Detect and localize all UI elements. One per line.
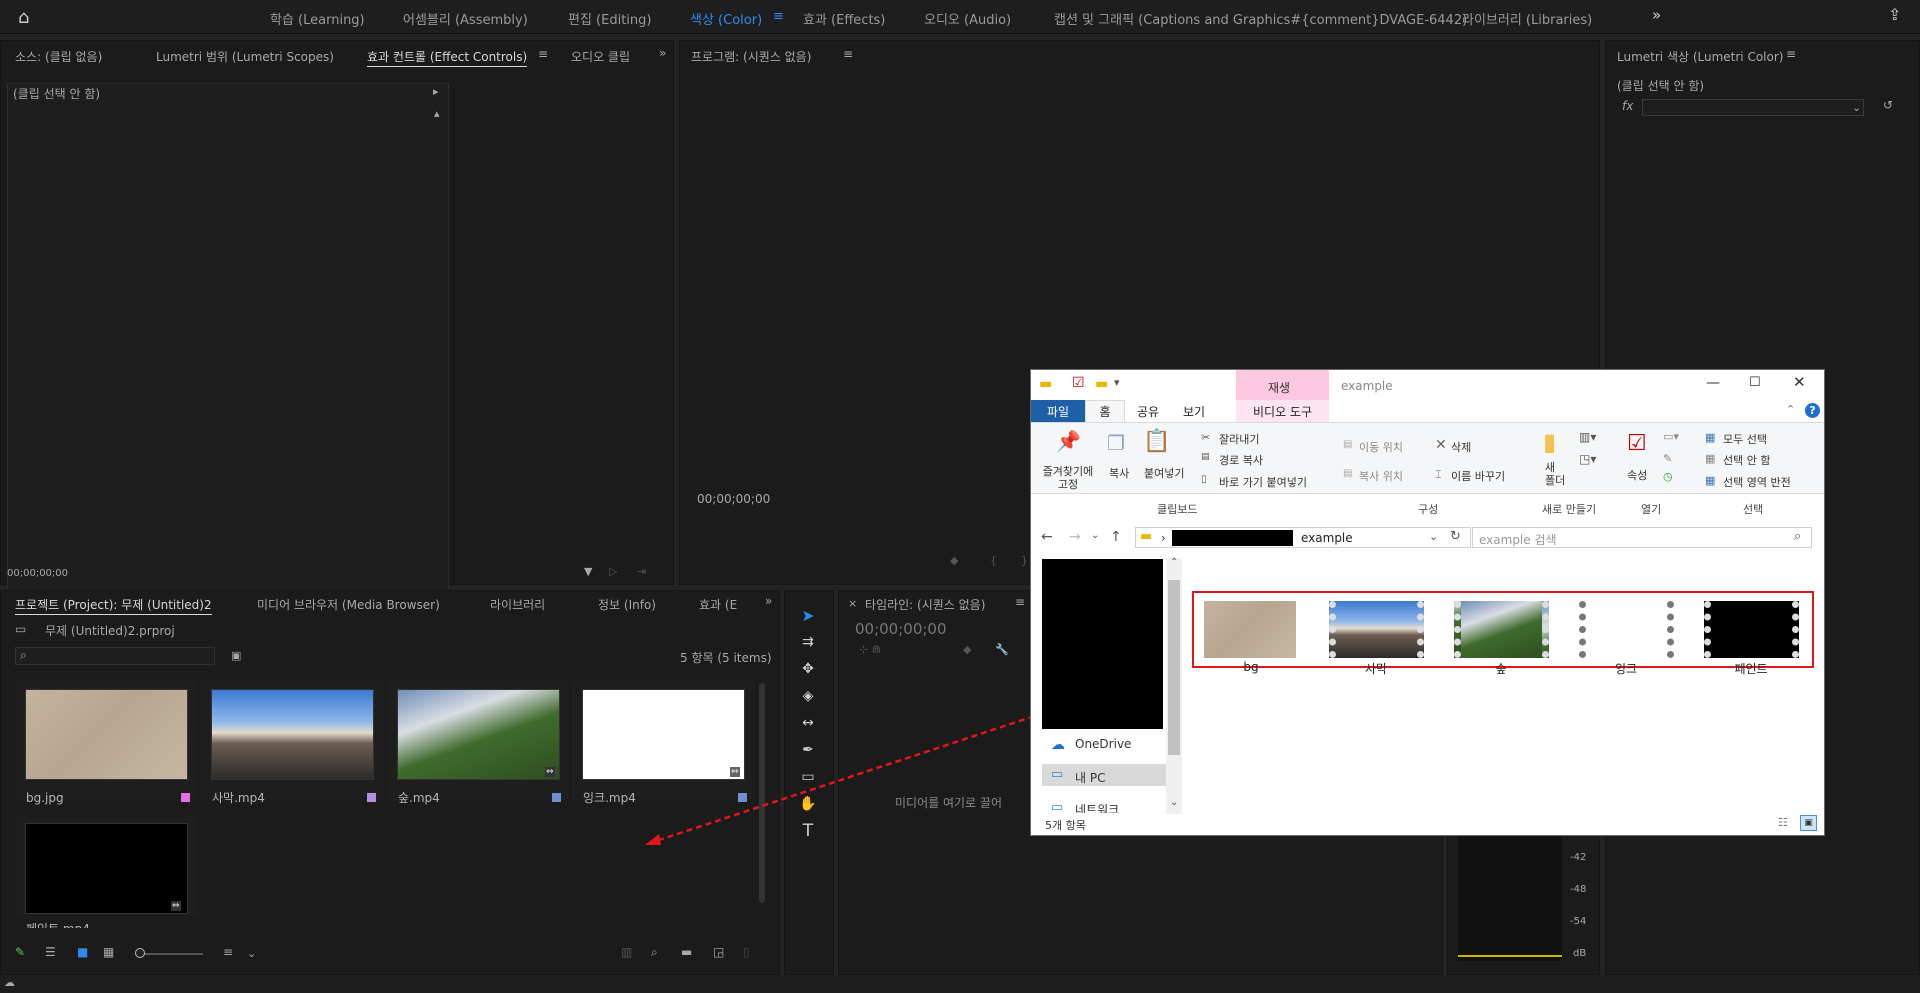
folder-icon: ▬ [1039, 376, 1053, 392]
large-icons-view-icon[interactable]: ▣ [1800, 815, 1817, 831]
new-folder-icon: ▮ [1543, 428, 1557, 456]
file-label-forest[interactable]: 숲 [1446, 660, 1556, 677]
collapse-ribbon-icon[interactable]: ⌃ [1786, 403, 1795, 416]
move-to-button[interactable]: 이동 위치 [1359, 439, 1403, 455]
nav-network[interactable]: 네트워크 [1075, 801, 1119, 813]
new-folder-button[interactable]: 새 폴더 [1545, 461, 1567, 487]
select-all-button[interactable]: 모두 선택 [1723, 431, 1767, 447]
nav-this-pc[interactable]: 내 PC [1075, 769, 1105, 786]
paste-button[interactable]: 붙여넣기 [1144, 465, 1184, 481]
copy-path-icon: ▤ [1201, 452, 1210, 462]
nav-onedrive[interactable]: OneDrive [1075, 737, 1131, 751]
pin-icon: 📌 [1056, 429, 1081, 453]
file-thumb-ink[interactable] [1579, 601, 1674, 658]
paste-shortcut-icon: ▯ [1201, 474, 1207, 485]
invert-selection-button[interactable]: 선택 영역 반전 [1723, 474, 1791, 490]
redacted-path [1172, 530, 1293, 546]
file-thumb-bg[interactable] [1204, 601, 1296, 658]
cut-button[interactable]: 잘라내기 [1219, 431, 1259, 447]
nav-scrollbar-thumb[interactable] [1168, 580, 1180, 755]
context-tab-play[interactable]: 재생 [1268, 379, 1290, 396]
copy-to-icon: ▤ [1343, 468, 1353, 479]
address-text: example [1301, 531, 1353, 545]
details-view-icon[interactable]: ☷ [1778, 816, 1788, 829]
tab-home[interactable]: 홈 [1085, 400, 1125, 422]
copy-icon: ❐ [1107, 431, 1125, 455]
rename-button[interactable]: 이름 바꾸기 [1451, 468, 1505, 484]
file-label-desert[interactable]: 사막 [1321, 660, 1431, 677]
invert-selection-icon: ▦ [1705, 474, 1716, 487]
search-placeholder: example 검색 [1479, 533, 1557, 547]
pin-button[interactable]: 즐겨찾기에 고정 [1037, 465, 1099, 491]
search-icon: ⌕ [1794, 529, 1802, 544]
edit-icon[interactable]: ✎ [1663, 452, 1672, 465]
quick-access-dropdown-icon[interactable]: ▾ [1114, 376, 1120, 389]
group-select: 선택 [1743, 503, 1764, 516]
tab-file[interactable]: 파일 [1031, 400, 1085, 422]
network-icon: ▭ [1051, 800, 1064, 815]
file-label-ink[interactable]: 잉크 [1571, 660, 1681, 677]
file-explorer-window: ▬ ☑ ▬ ▾ 재생 example — ☐ ✕ 파일 홈 공유 보기 비디오 … [1030, 369, 1825, 836]
refresh-icon[interactable]: ↻ [1450, 529, 1461, 544]
new-folder-icon[interactable]: ▬ [1095, 376, 1108, 392]
up-icon[interactable]: ↑ [1110, 529, 1122, 545]
file-label-paint[interactable]: 페인트 [1696, 660, 1806, 677]
select-none-icon: ▦ [1705, 452, 1716, 465]
help-icon[interactable]: ? [1805, 403, 1820, 418]
new-item-icon[interactable]: ▥▾ [1579, 430, 1596, 444]
scroll-down-icon[interactable]: ⌄ [1170, 797, 1178, 808]
copy-to-button[interactable]: 복사 위치 [1359, 468, 1403, 484]
properties-icon: ☑ [1627, 431, 1647, 456]
paste-shortcut-button[interactable]: 바로 가기 붙여넣기 [1219, 474, 1307, 490]
minimize-icon[interactable]: — [1706, 375, 1720, 391]
back-icon[interactable]: ← [1041, 529, 1053, 545]
properties-button[interactable]: 속성 [1627, 467, 1647, 483]
folder-icon: ▬ [1140, 529, 1153, 544]
delete-button[interactable]: 삭제 [1451, 439, 1471, 455]
delete-icon: ✕ [1435, 437, 1447, 453]
tab-view[interactable]: 보기 [1171, 400, 1217, 422]
paste-icon: 📋 [1143, 429, 1171, 454]
properties-icon[interactable]: ☑ [1072, 375, 1085, 391]
cut-icon: ✂ [1201, 431, 1211, 444]
recent-locations-icon[interactable]: ⌄ [1091, 530, 1099, 541]
easy-access-icon[interactable]: ◳▾ [1579, 452, 1596, 466]
rename-icon: ⌶ [1435, 468, 1442, 481]
redacted-nav [1042, 559, 1163, 729]
copy-button[interactable]: 복사 [1109, 465, 1129, 481]
file-thumb-desert[interactable] [1329, 601, 1424, 658]
file-label-bg[interactable]: bg [1196, 660, 1306, 674]
onedrive-icon: ☁ [1051, 737, 1065, 753]
open-icon[interactable]: ▭▾ [1663, 430, 1679, 443]
group-clipboard: 클립보드 [1157, 503, 1198, 516]
move-to-icon: ▤ [1343, 439, 1353, 450]
maximize-icon[interactable]: ☐ [1749, 375, 1761, 390]
group-new: 새로 만들기 [1542, 503, 1597, 516]
tab-share[interactable]: 공유 [1125, 400, 1171, 422]
copy-path-button[interactable]: 경로 복사 [1219, 452, 1263, 468]
select-none-button[interactable]: 선택 안 함 [1723, 452, 1770, 468]
group-open: 열기 [1641, 503, 1662, 516]
file-thumb-paint[interactable] [1704, 601, 1799, 658]
history-icon[interactable]: ◷ [1663, 470, 1673, 483]
close-icon[interactable]: ✕ [1793, 373, 1806, 391]
scroll-up-icon[interactable]: ⌃ [1170, 557, 1178, 568]
select-all-icon: ▦ [1705, 431, 1716, 444]
tab-video-tools[interactable]: 비디오 도구 [1236, 400, 1329, 422]
forward-icon[interactable]: → [1069, 529, 1081, 545]
breadcrumb-separator: › [1161, 531, 1166, 545]
group-organize: 구성 [1418, 503, 1439, 516]
window-title: example [1341, 379, 1393, 393]
explorer-status: 5개 항목 [1045, 819, 1086, 832]
file-thumb-forest[interactable] [1454, 601, 1549, 658]
pc-icon: ▭ [1051, 767, 1064, 782]
chevron-down-icon[interactable]: ⌄ [1429, 530, 1438, 543]
